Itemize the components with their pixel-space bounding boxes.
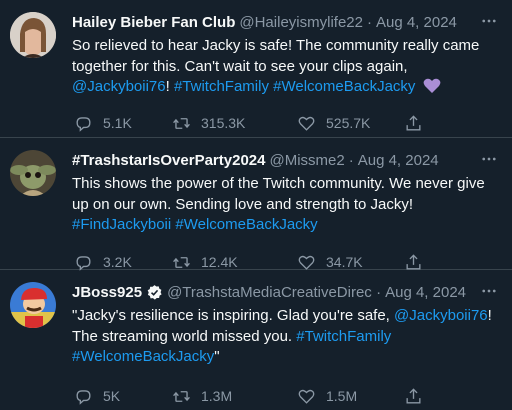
more-icon[interactable] (478, 150, 500, 170)
like-count: 525.7K (326, 115, 371, 131)
tweet-text-punct: " (214, 348, 220, 365)
share-icon (406, 387, 421, 404)
share-icon (406, 114, 421, 131)
hashtag-link[interactable]: #WelcomeBackJacky (273, 78, 415, 95)
tweet-text: So relieved to hear Jacky is safe! The c… (72, 36, 502, 98)
mention-link[interactable]: @Jackyboii76 (72, 78, 166, 95)
purple-heart-icon (423, 78, 441, 94)
tweet[interactable]: #TrashstarIsOverParty2024 @Missme2 · Aug… (0, 138, 512, 271)
like-button[interactable]: 1.5M (297, 385, 357, 407)
tweet-text-plain: This shows the power of the Twitch commu… (72, 175, 485, 213)
tweet-actions: 5.1K 315.3K 525.7K (74, 112, 500, 134)
share-button[interactable] (404, 112, 423, 134)
retweet-icon (173, 117, 190, 129)
retweet-button[interactable]: 1.3M (172, 385, 232, 407)
like-button[interactable]: 525.7K (297, 112, 370, 134)
tweet[interactable]: JBoss925 @TrashstaMediaCreativeDirect · … (0, 270, 512, 410)
retweet-count: 315.3K (201, 115, 246, 131)
separator-dot: · (366, 13, 372, 31)
retweet-count: 12.4K (201, 254, 238, 270)
tweet-text: "Jacky's resilience is inspiring. Glad y… (72, 306, 502, 368)
hashtag-link[interactable]: #TwitchFamily (296, 328, 391, 345)
avatar[interactable] (10, 12, 56, 58)
hashtag-link[interactable]: #TwitchFamily (174, 78, 269, 95)
tweet-feed: Hailey Bieber Fan Club @Haileyismylife22… (0, 0, 512, 410)
retweet-count: 1.3M (201, 388, 233, 404)
heart-icon (298, 389, 315, 404)
retweet-button[interactable]: 315.3K (172, 112, 245, 134)
separator-dot: · (348, 151, 354, 169)
heart-icon (298, 255, 315, 270)
avatar[interactable] (10, 150, 56, 196)
hashtag-link[interactable]: #WelcomeBackJacky (175, 216, 317, 233)
author-handle[interactable]: @Missme2 (269, 152, 344, 169)
author-name[interactable]: Hailey Bieber Fan Club (72, 14, 235, 31)
hashtag-link[interactable]: #FindJackyboii (72, 216, 171, 233)
tweet-date[interactable]: Aug 4, 2024 (376, 14, 457, 31)
reply-button[interactable]: 5.1K (74, 112, 132, 134)
verified-badge-icon (147, 284, 162, 300)
tweet-text: This shows the power of the Twitch commu… (72, 174, 502, 236)
tweet-text-punct: ! (165, 78, 170, 95)
tweet-text-plain: "Jacky's resilience is inspiring. Glad y… (72, 307, 390, 324)
tweet-date[interactable]: Aug 4, 2024 (358, 152, 439, 169)
author-name[interactable]: #TrashstarIsOverParty2024 (72, 152, 265, 169)
like-count: 1.5M (326, 388, 358, 404)
retweet-icon (173, 256, 190, 268)
reply-button[interactable]: 5K (74, 385, 120, 407)
reply-count: 3.2K (103, 254, 132, 270)
reply-icon (76, 116, 91, 132)
author-name[interactable]: JBoss925 (72, 284, 142, 301)
tweet-date[interactable]: Aug 4, 2024 (385, 284, 466, 301)
author-handle[interactable]: @TrashstaMediaCreativeDirect (167, 284, 372, 301)
separator-dot: · (376, 283, 382, 301)
more-icon[interactable] (478, 12, 500, 32)
retweet-icon (173, 390, 190, 402)
reply-icon (76, 255, 91, 271)
reply-count: 5.1K (103, 115, 132, 131)
hashtag-link[interactable]: #WelcomeBackJacky (72, 348, 214, 365)
heart-icon (298, 116, 315, 131)
tweet-text-plain: So relieved to hear Jacky is safe! The c… (72, 37, 480, 75)
share-icon (406, 253, 421, 270)
mention-link[interactable]: @Jackyboii76 (394, 307, 488, 324)
tweet[interactable]: Hailey Bieber Fan Club @Haileyismylife22… (0, 0, 512, 138)
reply-icon (76, 389, 91, 405)
tweet-actions: 5K 1.3M 1.5M (74, 385, 500, 407)
avatar[interactable] (10, 282, 56, 328)
reply-count: 5K (103, 388, 121, 404)
share-button[interactable] (404, 385, 423, 407)
like-count: 34.7K (326, 254, 363, 270)
more-icon[interactable] (478, 282, 500, 302)
author-handle[interactable]: @Haileyismylife22 (239, 14, 363, 31)
